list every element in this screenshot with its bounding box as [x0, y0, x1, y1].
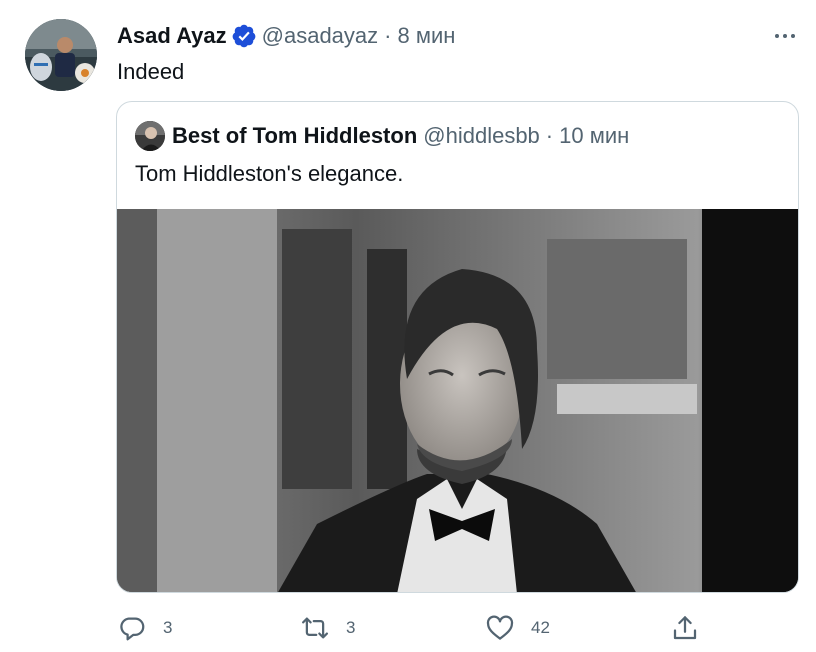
quoted-tweet[interactable]: Best of Tom Hiddleston @hiddlesbb · 10 м… — [116, 101, 799, 593]
like-count: 42 — [531, 618, 550, 637]
tweet-actions: 3 3 42 — [0, 608, 816, 648]
separator-dot: · — [384, 23, 392, 48]
more-dots-icon[interactable] — [770, 25, 800, 47]
quoted-author-display-name: Best of Tom Hiddleston — [172, 123, 418, 148]
heart-icon — [485, 613, 515, 643]
retweet-button[interactable]: 3 — [300, 608, 355, 648]
retweet-icon — [300, 613, 330, 643]
reply-button[interactable]: 3 — [117, 608, 172, 648]
quoted-separator-dot: · — [545, 123, 554, 148]
tweet-timestamp[interactable]: 8 мин — [397, 23, 455, 49]
share-button[interactable] — [670, 608, 700, 648]
retweet-count: 3 — [346, 618, 356, 637]
share-icon — [670, 613, 700, 643]
like-button[interactable]: 42 — [485, 608, 550, 648]
author-handle[interactable]: @asadayaz — [262, 23, 379, 49]
quoted-author-handle: @hiddlesbb — [423, 123, 540, 148]
quoted-tweet-header: Best of Tom Hiddleston @hiddlesbb · 10 м… — [135, 121, 630, 151]
tweet-text: Indeed — [117, 59, 185, 84]
quoted-tweet-photo[interactable] — [117, 209, 798, 592]
reply-count: 3 — [163, 618, 173, 637]
quoted-author-avatar — [135, 121, 165, 151]
author-avatar[interactable] — [25, 19, 97, 91]
verified-badge-icon — [231, 23, 257, 49]
reply-icon — [117, 613, 147, 643]
tweet[interactable]: Asad Ayaz @asadayaz · 8 мин Indeed Best … — [0, 0, 816, 652]
quoted-tweet-timestamp: 10 мин — [559, 123, 630, 148]
author-display-name[interactable]: Asad Ayaz — [117, 23, 227, 49]
quoted-tweet-text: Tom Hiddleston's elegance. — [135, 161, 404, 186]
tweet-header: Asad Ayaz @asadayaz · 8 мин — [117, 22, 455, 50]
